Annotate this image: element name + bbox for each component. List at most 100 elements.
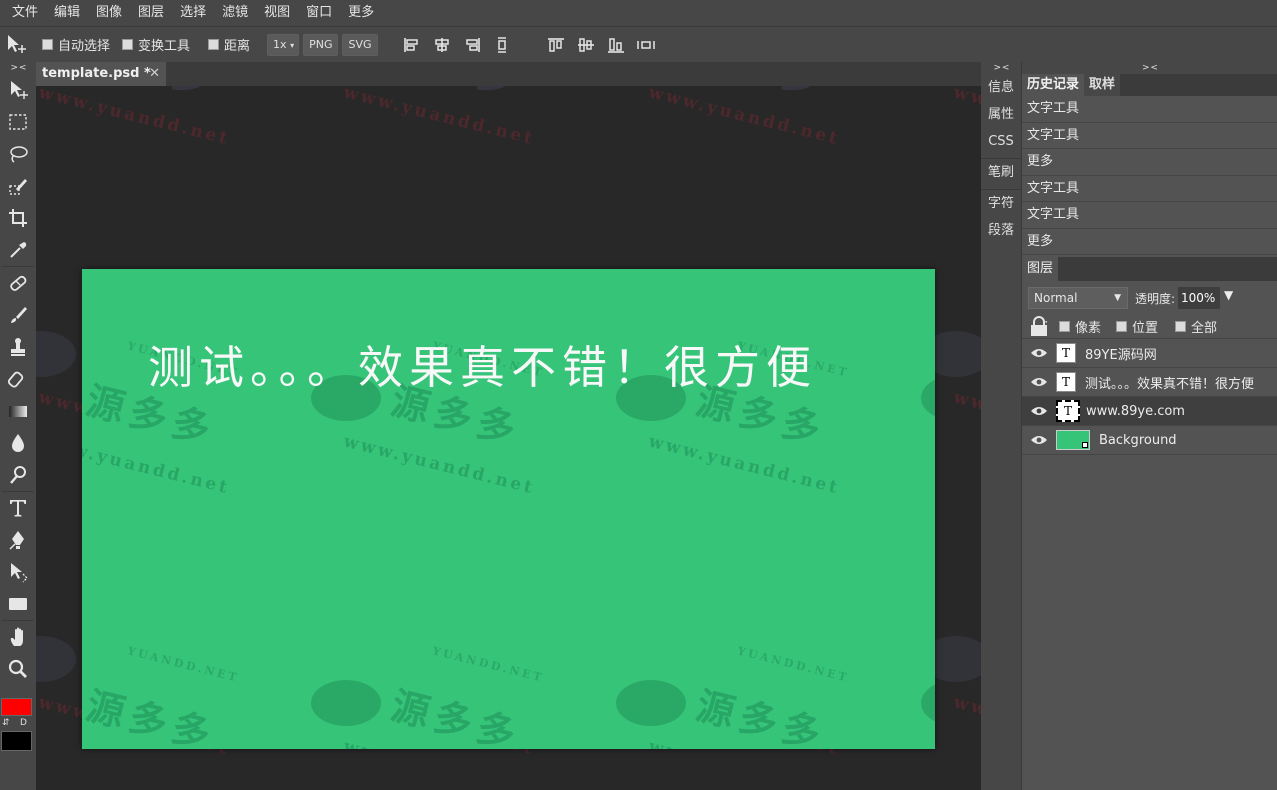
lock-pixels-checkbox[interactable]: 像素 bbox=[1059, 317, 1101, 336]
zoom-tool-icon[interactable] bbox=[0, 653, 36, 685]
document-tabs: template.psd * ✕ bbox=[36, 62, 981, 86]
toolbar-collapse-toggle[interactable]: > < bbox=[0, 62, 36, 74]
background-color-swatch[interactable] bbox=[1, 731, 32, 751]
zoom-value: 1x bbox=[273, 37, 287, 51]
history-item[interactable]: 更多 bbox=[1022, 149, 1277, 176]
checkbox-box bbox=[122, 39, 134, 50]
align-center-v-icon[interactable] bbox=[572, 34, 600, 56]
canvas-text-layer[interactable]: 测试。。。效果真不错！很方便 bbox=[148, 331, 817, 396]
swap-colors-icon[interactable]: ⇵ bbox=[2, 718, 10, 728]
close-icon[interactable]: ✕ bbox=[149, 62, 160, 86]
default-colors-icon[interactable]: D bbox=[20, 718, 27, 728]
character-panel-button[interactable]: 字符 bbox=[981, 190, 1021, 217]
history-item[interactable]: 文字工具 bbox=[1022, 176, 1277, 202]
tab-layers[interactable]: 图层 bbox=[1022, 257, 1059, 281]
history-item[interactable]: 文字工具 bbox=[1022, 96, 1277, 123]
rectangle-tool-icon[interactable] bbox=[0, 588, 36, 620]
move-tool-icon[interactable] bbox=[0, 74, 36, 106]
dodge-tool-icon[interactable] bbox=[0, 459, 36, 491]
menu-bar: 文件 编辑 图像 图层 选择 滤镜 视图 窗口 更多 bbox=[0, 0, 1277, 26]
align-center-h-icon[interactable] bbox=[428, 34, 456, 56]
menu-layer[interactable]: 图层 bbox=[130, 0, 172, 26]
menu-select[interactable]: 选择 bbox=[172, 0, 214, 26]
lock-all-checkbox[interactable]: 全部 bbox=[1175, 317, 1217, 336]
history-panel-tabs: 历史记录 取样 bbox=[1022, 74, 1277, 96]
crop-tool-icon[interactable] bbox=[0, 202, 36, 234]
lock-position-checkbox[interactable]: 位置 bbox=[1116, 317, 1158, 336]
zoom-select[interactable]: 1x ▾ bbox=[267, 33, 300, 56]
layer-name: www.89ye.com bbox=[1086, 403, 1185, 419]
lock-colon: : bbox=[1044, 317, 1049, 332]
auto-select-checkbox[interactable]: 自动选择 bbox=[42, 35, 110, 54]
canvas-workspace[interactable]: 源多多YUANDD.NETwww.yuandd.net源多多YUANDD.NET… bbox=[36, 86, 981, 790]
clone-stamp-tool-icon[interactable] bbox=[0, 331, 36, 363]
chevron-down-icon: ▾ bbox=[290, 40, 295, 50]
align-right-icon[interactable] bbox=[458, 34, 486, 56]
layer-row[interactable]: T 89YE源码网 bbox=[1022, 339, 1277, 368]
eye-icon[interactable] bbox=[1026, 434, 1052, 446]
menu-more[interactable]: 更多 bbox=[340, 0, 382, 26]
marquee-tool-icon[interactable] bbox=[0, 106, 36, 138]
watermark-text: 源多多 bbox=[82, 683, 221, 749]
export-svg-button[interactable]: SVG bbox=[342, 33, 378, 56]
eyedropper-tool-icon[interactable] bbox=[0, 234, 36, 266]
watermark-logo bbox=[36, 331, 76, 377]
opacity-dropdown-icon[interactable]: ▼ bbox=[1224, 288, 1233, 302]
eye-icon[interactable] bbox=[1026, 347, 1052, 359]
history-item[interactable]: 文字工具 bbox=[1022, 202, 1277, 229]
menu-image[interactable]: 图像 bbox=[88, 0, 130, 26]
eraser-tool-icon[interactable] bbox=[0, 363, 36, 395]
lasso-tool-icon[interactable] bbox=[0, 138, 36, 170]
transform-label: 变换工具 bbox=[138, 39, 191, 54]
healing-brush-tool-icon[interactable] bbox=[0, 267, 36, 299]
iconcol-collapse-toggle[interactable]: > < bbox=[981, 62, 1021, 74]
tab-history[interactable]: 历史记录 bbox=[1022, 74, 1085, 96]
menu-edit[interactable]: 编辑 bbox=[46, 0, 88, 26]
pen-tool-icon[interactable] bbox=[0, 524, 36, 556]
eye-icon[interactable] bbox=[1026, 376, 1052, 388]
layer-row[interactable]: Background bbox=[1022, 426, 1277, 455]
align-top-icon[interactable] bbox=[542, 34, 570, 56]
history-item[interactable]: 更多 bbox=[1022, 229, 1277, 255]
path-select-tool-icon[interactable] bbox=[0, 556, 36, 588]
document-tab[interactable]: template.psd * ✕ bbox=[36, 62, 166, 86]
blend-mode-select[interactable]: Normal ▼ bbox=[1028, 287, 1128, 309]
gradient-tool-icon[interactable] bbox=[0, 395, 36, 427]
tab-swatches[interactable]: 取样 bbox=[1084, 74, 1121, 96]
css-panel-button[interactable]: CSS bbox=[981, 128, 1021, 155]
document-canvas[interactable]: 源多多 YUANDD.NET www.yuandd.net 源多多 YUANDD.NET… bbox=[82, 269, 935, 749]
align-bottom-icon[interactable] bbox=[602, 34, 630, 56]
text-layer-thumbnail-icon: T bbox=[1056, 400, 1080, 422]
brush-panel-button[interactable]: 笔刷 bbox=[981, 159, 1021, 186]
type-tool-icon[interactable] bbox=[0, 492, 36, 524]
align-left-icon[interactable] bbox=[398, 34, 426, 56]
watermark-logo bbox=[616, 680, 686, 726]
rightpanel-collapse-toggle[interactable]: > < bbox=[1022, 62, 1277, 74]
menu-filter[interactable]: 滤镜 bbox=[214, 0, 256, 26]
move-tool-preset-icon[interactable] bbox=[0, 27, 34, 63]
watermark-text: 源多多 bbox=[386, 683, 526, 749]
eye-icon[interactable] bbox=[1026, 405, 1052, 417]
transform-controls-checkbox[interactable]: 变换工具 bbox=[122, 35, 190, 54]
distribute-v-icon[interactable] bbox=[488, 34, 516, 56]
watermark-url: www.yuandd.net bbox=[951, 387, 981, 455]
menu-window[interactable]: 窗口 bbox=[298, 0, 340, 26]
info-panel-button[interactable]: 信息 bbox=[981, 74, 1021, 101]
history-item[interactable]: 文字工具 bbox=[1022, 123, 1277, 149]
quick-select-tool-icon[interactable] bbox=[0, 170, 36, 202]
paragraph-panel-button[interactable]: 段落 bbox=[981, 217, 1021, 244]
distance-checkbox[interactable]: 距离 bbox=[208, 35, 250, 54]
layer-row[interactable]: T 测试。。。效果真不错！很方便 bbox=[1022, 368, 1277, 397]
hand-tool-icon[interactable] bbox=[0, 621, 36, 653]
blur-tool-icon[interactable] bbox=[0, 427, 36, 459]
properties-panel-button[interactable]: 属性 bbox=[981, 101, 1021, 128]
brush-tool-icon[interactable] bbox=[0, 299, 36, 331]
distribute-h-icon[interactable] bbox=[632, 34, 660, 56]
export-png-button[interactable]: PNG bbox=[303, 33, 339, 56]
foreground-color-swatch[interactable] bbox=[1, 698, 32, 716]
text-layer-thumbnail-icon: T bbox=[1056, 372, 1076, 392]
menu-file[interactable]: 文件 bbox=[4, 0, 46, 26]
opacity-input[interactable]: 100% bbox=[1178, 287, 1220, 309]
layer-row-selected[interactable]: T www.89ye.com bbox=[1022, 397, 1277, 426]
menu-view[interactable]: 视图 bbox=[256, 0, 298, 26]
